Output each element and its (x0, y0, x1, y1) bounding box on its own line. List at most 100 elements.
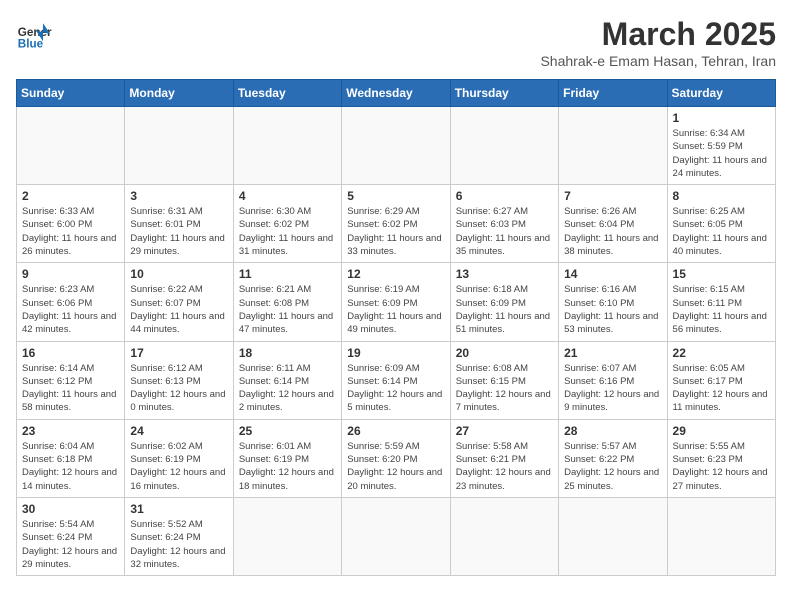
calendar-cell: 18 Sunrise: 6:11 AM Sunset: 6:14 PM Dayli… (233, 341, 341, 419)
day-number: 31 (130, 502, 227, 516)
calendar-cell (17, 107, 125, 185)
calendar-cell: 14Sunrise: 6:16 AM Sunset: 6:10 PM Dayli… (559, 263, 667, 341)
day-info: Sunrise: 5:59 AM Sunset: 6:20 PM Dayligh… (347, 440, 444, 493)
day-info: Sunrise: 5:57 AM Sunset: 6:22 PM Dayligh… (564, 440, 661, 493)
logo: General Blue (16, 16, 52, 52)
day-info: Sunrise: 6:27 AM Sunset: 6:03 PM Dayligh… (456, 205, 553, 258)
day-number: 23 (22, 424, 119, 438)
calendar-cell: 31 Sunrise: 5:52 AM Sunset: 6:24 PM Dayli… (125, 497, 233, 575)
weekday-header-thursday: Thursday (450, 80, 558, 107)
day-info: Sunrise: 6:29 AM Sunset: 6:02 PM Dayligh… (347, 205, 444, 258)
calendar-cell (559, 497, 667, 575)
calendar-cell: 26 Sunrise: 5:59 AM Sunset: 6:20 PM Dayli… (342, 419, 450, 497)
day-number: 4 (239, 189, 336, 203)
weekday-header-friday: Friday (559, 80, 667, 107)
title-area: March 2025 Shahrak-e Emam Hasan, Tehran,… (540, 16, 776, 69)
day-info: Sunrise: 6:08 AM Sunset: 6:15 PM Dayligh… (456, 362, 553, 415)
day-number: 17 (130, 346, 227, 360)
calendar-cell: 24Sunrise: 6:02 AM Sunset: 6:19 PM Dayli… (125, 419, 233, 497)
calendar-cell: 19 Sunrise: 6:09 AM Sunset: 6:14 PM Dayli… (342, 341, 450, 419)
calendar-cell: 28 Sunrise: 5:57 AM Sunset: 6:22 PM Dayli… (559, 419, 667, 497)
day-info: Sunrise: 6:15 AM Sunset: 6:11 PM Dayligh… (673, 283, 770, 336)
week-row-1: 2 Sunrise: 6:33 AM Sunset: 6:00 PM Daylig… (17, 185, 776, 263)
day-info: Sunrise: 6:21 AM Sunset: 6:08 PM Dayligh… (239, 283, 336, 336)
calendar-cell: 9Sunrise: 6:23 AM Sunset: 6:06 PM Daylig… (17, 263, 125, 341)
calendar-cell: 27Sunrise: 5:58 AM Sunset: 6:21 PM Dayli… (450, 419, 558, 497)
calendar-cell (450, 107, 558, 185)
week-row-3: 16 Sunrise: 6:14 AM Sunset: 6:12 PM Dayli… (17, 341, 776, 419)
calendar-cell: 12 Sunrise: 6:19 AM Sunset: 6:09 PM Dayli… (342, 263, 450, 341)
day-info: Sunrise: 6:30 AM Sunset: 6:02 PM Dayligh… (239, 205, 336, 258)
weekday-header-sunday: Sunday (17, 80, 125, 107)
day-number: 8 (673, 189, 770, 203)
week-row-2: 9Sunrise: 6:23 AM Sunset: 6:06 PM Daylig… (17, 263, 776, 341)
week-row-0: 1 Sunrise: 6:34 AM Sunset: 5:59 PM Daylig… (17, 107, 776, 185)
day-info: Sunrise: 6:18 AM Sunset: 6:09 PM Dayligh… (456, 283, 553, 336)
logo-icon: General Blue (16, 16, 52, 52)
day-number: 18 (239, 346, 336, 360)
calendar-cell: 1 Sunrise: 6:34 AM Sunset: 5:59 PM Daylig… (667, 107, 775, 185)
day-info: Sunrise: 6:25 AM Sunset: 6:05 PM Dayligh… (673, 205, 770, 258)
day-number: 2 (22, 189, 119, 203)
day-number: 10 (130, 267, 227, 281)
calendar-cell (342, 107, 450, 185)
day-number: 27 (456, 424, 553, 438)
day-number: 6 (456, 189, 553, 203)
calendar-cell (125, 107, 233, 185)
calendar-cell: 30Sunrise: 5:54 AM Sunset: 6:24 PM Dayli… (17, 497, 125, 575)
calendar-cell: 20Sunrise: 6:08 AM Sunset: 6:15 PM Dayli… (450, 341, 558, 419)
calendar-cell: 22Sunrise: 6:05 AM Sunset: 6:17 PM Dayli… (667, 341, 775, 419)
day-number: 11 (239, 267, 336, 281)
calendar-cell (342, 497, 450, 575)
day-number: 19 (347, 346, 444, 360)
day-number: 26 (347, 424, 444, 438)
day-info: Sunrise: 6:14 AM Sunset: 6:12 PM Dayligh… (22, 362, 119, 415)
day-number: 25 (239, 424, 336, 438)
day-number: 28 (564, 424, 661, 438)
week-row-5: 30Sunrise: 5:54 AM Sunset: 6:24 PM Dayli… (17, 497, 776, 575)
calendar-cell: 5 Sunrise: 6:29 AM Sunset: 6:02 PM Daylig… (342, 185, 450, 263)
day-info: Sunrise: 6:04 AM Sunset: 6:18 PM Dayligh… (22, 440, 119, 493)
calendar-cell (667, 497, 775, 575)
calendar-cell: 23 Sunrise: 6:04 AM Sunset: 6:18 PM Dayli… (17, 419, 125, 497)
day-info: Sunrise: 6:26 AM Sunset: 6:04 PM Dayligh… (564, 205, 661, 258)
day-number: 1 (673, 111, 770, 125)
day-info: Sunrise: 6:16 AM Sunset: 6:10 PM Dayligh… (564, 283, 661, 336)
month-title: March 2025 (540, 16, 776, 53)
day-info: Sunrise: 6:33 AM Sunset: 6:00 PM Dayligh… (22, 205, 119, 258)
calendar-cell: 2 Sunrise: 6:33 AM Sunset: 6:00 PM Daylig… (17, 185, 125, 263)
day-info: Sunrise: 6:01 AM Sunset: 6:19 PM Dayligh… (239, 440, 336, 493)
day-info: Sunrise: 5:52 AM Sunset: 6:24 PM Dayligh… (130, 518, 227, 571)
week-row-4: 23 Sunrise: 6:04 AM Sunset: 6:18 PM Dayli… (17, 419, 776, 497)
svg-text:Blue: Blue (18, 38, 44, 51)
calendar-header-row: SundayMondayTuesdayWednesdayThursdayFrid… (17, 80, 776, 107)
day-info: Sunrise: 6:34 AM Sunset: 5:59 PM Dayligh… (673, 127, 770, 180)
day-info: Sunrise: 6:19 AM Sunset: 6:09 PM Dayligh… (347, 283, 444, 336)
day-number: 12 (347, 267, 444, 281)
calendar-cell: 15 Sunrise: 6:15 AM Sunset: 6:11 PM Dayli… (667, 263, 775, 341)
calendar-cell: 21Sunrise: 6:07 AM Sunset: 6:16 PM Dayli… (559, 341, 667, 419)
calendar-cell: 8 Sunrise: 6:25 AM Sunset: 6:05 PM Daylig… (667, 185, 775, 263)
calendar-cell: 11 Sunrise: 6:21 AM Sunset: 6:08 PM Dayli… (233, 263, 341, 341)
calendar-cell: 4 Sunrise: 6:30 AM Sunset: 6:02 PM Daylig… (233, 185, 341, 263)
day-number: 24 (130, 424, 227, 438)
day-info: Sunrise: 6:12 AM Sunset: 6:13 PM Dayligh… (130, 362, 227, 415)
day-info: Sunrise: 6:09 AM Sunset: 6:14 PM Dayligh… (347, 362, 444, 415)
day-info: Sunrise: 5:55 AM Sunset: 6:23 PM Dayligh… (673, 440, 770, 493)
day-info: Sunrise: 6:11 AM Sunset: 6:14 PM Dayligh… (239, 362, 336, 415)
calendar-cell: 13Sunrise: 6:18 AM Sunset: 6:09 PM Dayli… (450, 263, 558, 341)
calendar-cell (450, 497, 558, 575)
page-header: General Blue March 2025 Shahrak-e Emam H… (16, 16, 776, 69)
day-info: Sunrise: 6:05 AM Sunset: 6:17 PM Dayligh… (673, 362, 770, 415)
day-number: 30 (22, 502, 119, 516)
weekday-header-wednesday: Wednesday (342, 80, 450, 107)
calendar-cell (233, 497, 341, 575)
day-number: 3 (130, 189, 227, 203)
day-number: 21 (564, 346, 661, 360)
day-number: 9 (22, 267, 119, 281)
weekday-header-tuesday: Tuesday (233, 80, 341, 107)
day-number: 16 (22, 346, 119, 360)
day-number: 15 (673, 267, 770, 281)
calendar-cell: 3Sunrise: 6:31 AM Sunset: 6:01 PM Daylig… (125, 185, 233, 263)
day-number: 5 (347, 189, 444, 203)
